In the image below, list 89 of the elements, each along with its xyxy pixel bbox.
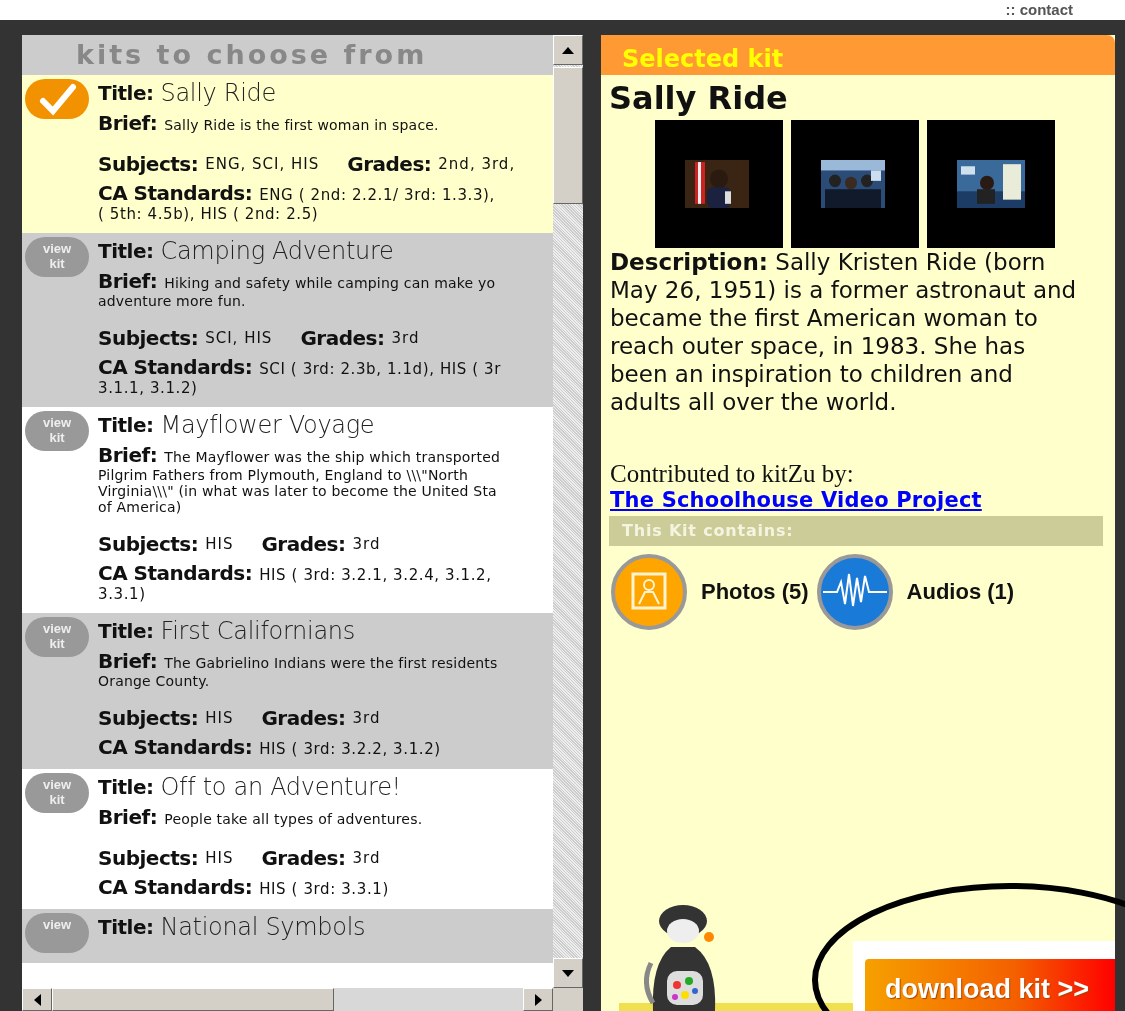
kit-title: Camping Adventure: [160, 237, 394, 265]
kit-title: Sally Ride: [160, 79, 276, 107]
kit-list-item[interactable]: view Title: National Symbols: [22, 909, 553, 963]
grades-value: 2nd, 3rd,: [438, 155, 516, 173]
field-label: Brief:: [98, 111, 158, 135]
check-icon: [25, 79, 89, 119]
standards-text: ( 5th: 4.5b), HIS ( 2nd: 2.5): [98, 205, 320, 223]
scroll-down-icon[interactable]: [562, 969, 574, 977]
kit-title: Mayflower Voyage: [160, 411, 375, 439]
field-label: Subjects:: [98, 326, 199, 350]
standards-text: 3.3.1): [98, 585, 147, 603]
scroll-left-icon[interactable]: [33, 993, 41, 1006]
field-label: Grades:: [261, 532, 346, 556]
panel-heading: Selected kit: [601, 35, 1115, 75]
field-label: Brief:: [98, 443, 158, 467]
contributed-label: Contributed to kitZu by:: [609, 460, 855, 488]
kit-list-item[interactable]: view kit Title: First Californians Brief: The Gabrielino Indians were the first residents Orange County. Subjects: HIS Grades: 3rd CA Standards: HIS ( 3rd: 3.2.2, 3.1.2): [22, 613, 553, 769]
subjects-value: HIS: [205, 535, 234, 553]
standards-text: ENG ( 2nd: 2.2.1/ 3rd: 1.3.3),: [259, 186, 495, 204]
horizontal-scrollbar[interactable]: [22, 988, 553, 1011]
description-text: Description: Sally Kristen Ride (born May 26, 1951) is a former astronaut and became the first American woman to reach outer space, in 1983. She has been an inspiration to children and adults all over the world.: [609, 248, 1078, 416]
field-label: Grades:: [261, 706, 346, 730]
download-button[interactable]: download kit >>: [865, 959, 1115, 1011]
scroll-right-icon[interactable]: [534, 993, 542, 1006]
photo-icon[interactable]: [611, 554, 687, 630]
field-label: Brief:: [98, 269, 158, 293]
standards-text: HIS ( 3rd: 3.2.2, 3.1.2): [259, 740, 441, 758]
subjects-value: HIS: [205, 849, 234, 867]
scroll-thumb[interactable]: [553, 67, 583, 204]
kit-name: Sally Ride: [608, 78, 789, 119]
brief-text: The Mayflower was the ship which transported: [164, 449, 501, 465]
standards-text: 3.1.1, 3.1.2): [98, 379, 199, 397]
brief-text: The Gabrielino Indians were the first residents: [164, 655, 498, 671]
photo-thumbnail[interactable]: [791, 120, 919, 248]
scroll-thumb[interactable]: [52, 988, 334, 1011]
kit-title: First Californians: [160, 617, 355, 645]
grades-value: 3rd: [352, 849, 381, 867]
field-label: Grades:: [347, 152, 432, 176]
field-label: Grades:: [261, 846, 346, 870]
kit-list-item[interactable]: Title: Sally Ride Brief: Sally Ride is the first woman in space. Subjects: ENG, SCI, HIS Grades: 2nd, 3rd, CA Standards: ENG ( 2nd: 2.2.1/ 3rd: 1.3.3), ( 5th: 4.5b), HIS ( 2nd: 2.5): [22, 75, 553, 233]
grades-value: 3rd: [352, 535, 381, 553]
brief-text: Hiking and safety while camping can make yo: [164, 275, 496, 291]
media-count: Audios (1): [906, 579, 1015, 605]
brief-text: Orange County.: [98, 673, 211, 689]
media-count: Photos (5): [701, 579, 809, 605]
field-label: CA Standards:: [98, 875, 253, 899]
nav-link[interactable]: :: contact: [1005, 1, 1073, 19]
field-label: CA Standards:: [98, 355, 253, 379]
grades-value: 3rd: [391, 329, 420, 347]
field-label: CA Standards:: [98, 181, 253, 205]
photo-thumbnail[interactable]: [927, 120, 1055, 248]
subjects-value: SCI, HIS: [205, 329, 273, 347]
field-label: Title:: [98, 81, 154, 105]
grades-value: 3rd: [352, 709, 381, 727]
field-label: Subjects:: [98, 152, 199, 176]
field-label: Subjects:: [98, 532, 199, 556]
waveform-icon[interactable]: [816, 554, 893, 630]
photo-thumbnail[interactable]: [655, 120, 783, 248]
subjects-value: ENG, SCI, HIS: [205, 155, 320, 173]
brief-text: Pilgrim Fathers from Plymouth, England to \\\"North: [98, 467, 470, 483]
field-label: Grades:: [300, 326, 385, 350]
scroll-up-icon[interactable]: [562, 46, 574, 54]
field-label: Brief:: [98, 649, 158, 673]
field-label: Title:: [98, 775, 154, 799]
field-label: CA Standards:: [98, 561, 253, 585]
brief-text: adventure more fun.: [98, 293, 247, 309]
kit-list-item[interactable]: view kit Title: Camping Adventure Brief: Hiking and safety while camping can make yo adventure more fun. Subjects: SCI, HIS Grades: 3rd CA Standards: SCI ( 3rd: 2.3b, 1.1d), HIS ( 3r 3.1.1, 3.1.2): [22, 233, 553, 407]
vertical-scrollbar[interactable]: [553, 35, 583, 988]
field-label: Title:: [98, 915, 154, 939]
contributor-link[interactable]: The Schoolhouse Video Project: [610, 488, 982, 512]
field-label: Title:: [98, 619, 154, 643]
field-label: Title:: [98, 413, 154, 437]
standards-text: HIS ( 3rd: 3.3.1): [259, 880, 389, 898]
list-heading: kits to choose from: [22, 35, 553, 75]
field-label: Brief:: [98, 805, 158, 829]
field-label: Subjects:: [98, 706, 199, 730]
brief-text: of America): [98, 499, 183, 515]
brief-text: People take all types of adventures.: [164, 811, 423, 827]
brief-text: Virginia\\\" (in what was later to become the United Sta: [98, 483, 498, 499]
subjects-value: HIS: [205, 709, 234, 727]
kit-title: Off to an Adventure!: [160, 773, 401, 801]
kit-title: National Symbols: [160, 913, 366, 941]
field-label: Title:: [98, 239, 154, 263]
standards-text: HIS ( 3rd: 3.2.1, 3.2.4, 3.1.2,: [259, 566, 492, 584]
contents-heading: This Kit contains:: [609, 516, 1103, 546]
field-label: CA Standards:: [98, 735, 253, 759]
field-label: Subjects:: [98, 846, 199, 870]
standards-text: SCI ( 3rd: 2.3b, 1.1d), HIS ( 3r: [259, 360, 502, 378]
brief-text: Sally Ride is the first woman in space.: [164, 117, 439, 133]
